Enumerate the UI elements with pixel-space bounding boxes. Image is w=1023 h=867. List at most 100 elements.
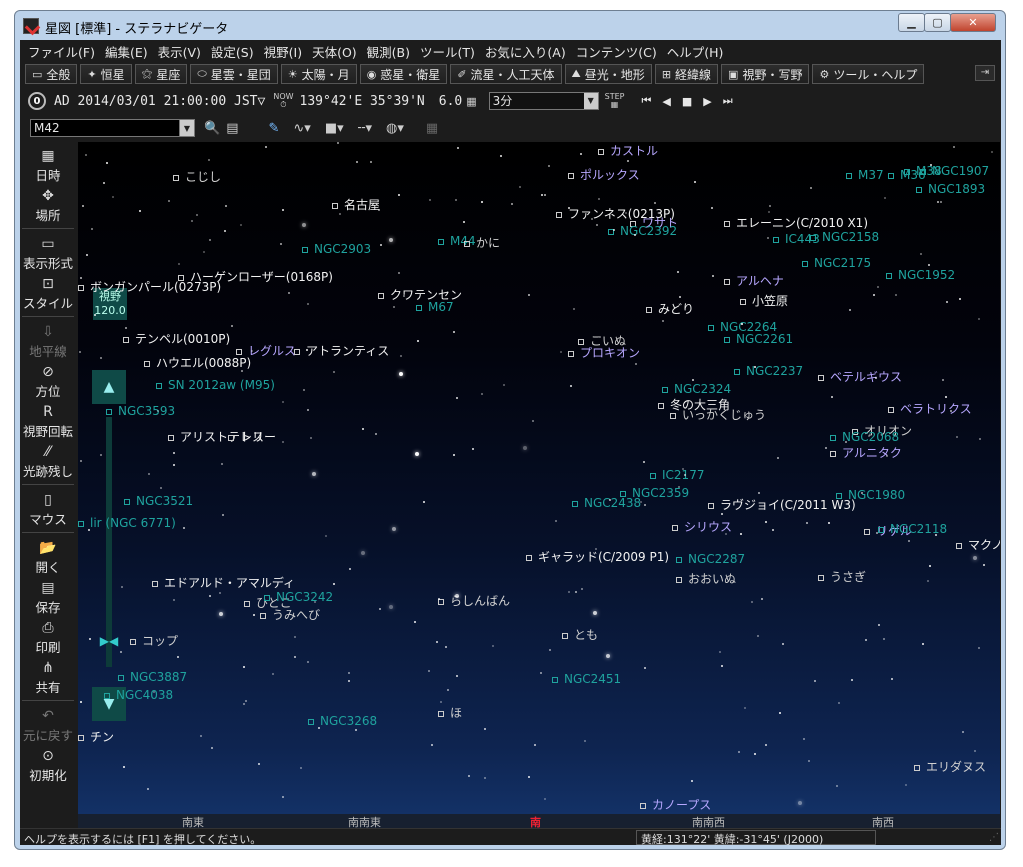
- menu-item[interactable]: 天体(O): [312, 42, 357, 61]
- left-tool-button[interactable]: ⇩ 地平線: [20, 324, 76, 360]
- sky-object-label[interactable]: NGC3593: [106, 404, 175, 418]
- sky-object-label[interactable]: ラヴジョイ(C/2011 W3): [708, 496, 856, 513]
- sky-object-label[interactable]: NGC2175: [802, 256, 871, 270]
- menu-item[interactable]: ヘルプ(H): [667, 42, 724, 61]
- sky-object-label[interactable]: NGC2392: [608, 224, 677, 238]
- sky-object-label[interactable]: ベテルギウス: [818, 368, 902, 385]
- curve-icon[interactable]: ∿▾: [293, 121, 310, 136]
- resize-grip[interactable]: ⋰: [989, 832, 999, 843]
- sky-object-label[interactable]: 小笠原: [740, 292, 788, 309]
- sky-object-label[interactable]: SN 2012aw (M95): [156, 378, 275, 392]
- play-icon[interactable]: ▶: [703, 95, 711, 108]
- menu-item[interactable]: 表示(V): [158, 42, 201, 61]
- sky-object-label[interactable]: かに: [464, 234, 500, 251]
- tab[interactable]: ⚝ 星座: [134, 64, 188, 84]
- left-tool-button[interactable]: ⊡ スタイル: [20, 276, 76, 312]
- sky-object-label[interactable]: NGC2158: [810, 230, 879, 244]
- close-button[interactable]: ✕: [950, 13, 996, 32]
- sky-object-label[interactable]: NGC2438: [572, 496, 641, 510]
- sky-object-label[interactable]: カストル: [598, 142, 658, 159]
- sky-object-label[interactable]: NGC3242: [264, 590, 333, 604]
- menu-item[interactable]: 観測(B): [367, 42, 410, 61]
- sky-object-label[interactable]: M67: [416, 300, 454, 314]
- rect-icon[interactable]: ■▾: [325, 121, 344, 136]
- sky-object-label[interactable]: NGC4038: [104, 688, 173, 702]
- sky-object-label[interactable]: NGC2451: [552, 672, 621, 686]
- tab[interactable]: ⚙ ツール・ヘルプ: [812, 64, 925, 84]
- sky-object-label[interactable]: こいぬ: [578, 332, 626, 349]
- sky-object-label[interactable]: M37: [846, 168, 884, 182]
- sky-object-label[interactable]: lir (NGC 6771): [78, 516, 176, 530]
- left-tool-button[interactable]: ▯ マウス: [20, 492, 76, 528]
- left-tool-button[interactable]: ⎙ 印刷: [20, 620, 76, 656]
- datetime-display[interactable]: AD 2014/03/01 21:00:00 JST▽: [54, 94, 265, 109]
- time-step-select[interactable]: 3分 ▼: [488, 92, 599, 110]
- sky-object-label[interactable]: うさぎ: [818, 568, 866, 585]
- tab[interactable]: ✦ 恒星: [80, 64, 132, 84]
- line-style-icon[interactable]: ╌▾: [358, 121, 372, 136]
- sky-object-label[interactable]: エドアルド・アマルディ: [152, 574, 295, 591]
- sky-object-label[interactable]: ベラトリクス: [888, 400, 972, 417]
- sky-object-label[interactable]: IC2177: [650, 468, 704, 482]
- star-chart[interactable]: 視野 120.0 ▲ ▶◀ ▼ カストル ポルックス こじし 名古屋 ファンネス(021…: [78, 142, 1000, 814]
- sky-object-label[interactable]: 名古屋: [332, 196, 380, 213]
- sky-object-label[interactable]: アルニタク: [830, 444, 902, 461]
- sky-object-label[interactable]: チン: [78, 728, 114, 745]
- left-tool-button[interactable]: ▤ 保存: [20, 580, 76, 616]
- rewind-icon[interactable]: ⏮: [642, 94, 652, 108]
- menu-item[interactable]: お気に入り(A): [485, 42, 566, 61]
- zoom-in-button[interactable]: ▲: [92, 370, 126, 404]
- sky-object-label[interactable]: コップ: [130, 632, 178, 649]
- sky-object-label[interactable]: NGC2287: [676, 552, 745, 566]
- sky-object-label[interactable]: ほ: [438, 704, 462, 721]
- sky-object-label[interactable]: アトランティス: [294, 342, 389, 359]
- sky-object-label[interactable]: NGC3521: [124, 494, 193, 508]
- left-tool-button[interactable]: ✥ 場所: [20, 188, 76, 224]
- dock-toggle-button[interactable]: ⇥: [975, 65, 995, 81]
- sky-object-label[interactable]: NGC2261: [724, 332, 793, 346]
- sky-object-label[interactable]: NGC1952: [886, 268, 955, 282]
- sky-object-label[interactable]: NGC2903: [302, 242, 371, 256]
- sky-object-label[interactable]: NGC2237: [734, 364, 803, 378]
- sky-object-label[interactable]: エレーニン(C/2010 X1): [724, 214, 868, 231]
- now-clock-icon[interactable]: NOW ⏱: [273, 93, 293, 109]
- sky-object-label[interactable]: トリー: [228, 428, 276, 445]
- sky-object-label[interactable]: NGC2324: [662, 382, 731, 396]
- zoom-slider-track[interactable]: [106, 417, 112, 667]
- list-icon[interactable]: ▤: [226, 121, 238, 136]
- step-icon[interactable]: STEP ▦: [605, 93, 625, 109]
- object-search-input[interactable]: M42 ▼: [30, 119, 195, 137]
- fast-forward-icon[interactable]: ⏭: [723, 94, 733, 108]
- sky-object-label[interactable]: カノープス: [640, 796, 711, 813]
- left-tool-button[interactable]: ⋔ 共有: [20, 660, 76, 696]
- tab[interactable]: ▣ 視野・写野: [721, 64, 810, 84]
- left-tool-button[interactable]: ▦ 日時: [20, 148, 76, 184]
- sky-object-label[interactable]: ハウエル(0088P): [144, 354, 251, 371]
- sky-object-label[interactable]: シリウス: [672, 518, 732, 535]
- location-display[interactable]: 139°42'E 35°39'N: [300, 94, 425, 109]
- tab[interactable]: ☀ 太陽・月: [280, 64, 357, 84]
- menu-item[interactable]: コンテンツ(C): [576, 42, 657, 61]
- minimize-button[interactable]: ▁: [898, 13, 925, 32]
- tab[interactable]: ▭ 全般: [25, 64, 78, 84]
- sky-object-label[interactable]: みどり: [646, 300, 694, 317]
- menu-item[interactable]: 設定(S): [211, 42, 254, 61]
- tab[interactable]: ◉ 惑星・衛星: [359, 64, 448, 84]
- left-tool-button[interactable]: ⊘ 方位: [20, 364, 76, 400]
- sky-object-label[interactable]: とも: [562, 626, 598, 643]
- era-button[interactable]: 0: [28, 92, 46, 110]
- left-tool-button[interactable]: R 視野回転: [20, 404, 76, 440]
- sky-object-label[interactable]: NGC3268: [308, 714, 377, 728]
- sky-object-label[interactable]: こじし: [173, 168, 221, 185]
- tab[interactable]: ⊞ 経緯線: [654, 64, 719, 84]
- sky-object-label[interactable]: NGC1980: [836, 488, 905, 502]
- maximize-button[interactable]: ▢: [924, 13, 951, 32]
- tab[interactable]: ⛰ 昼光・地形: [564, 64, 652, 84]
- sky-object-label[interactable]: ボンガンパール(0273P): [78, 278, 221, 295]
- sky-object-label[interactable]: いっかくじゅう: [670, 406, 766, 423]
- left-tool-button[interactable]: ↶ 元に戻す: [20, 708, 76, 744]
- sky-object-label[interactable]: NGC1893: [916, 182, 985, 196]
- sky-object-label[interactable]: ポルックス: [568, 166, 640, 183]
- pen-icon[interactable]: ✎: [268, 121, 279, 136]
- sky-object-label[interactable]: エリダヌス: [914, 758, 986, 775]
